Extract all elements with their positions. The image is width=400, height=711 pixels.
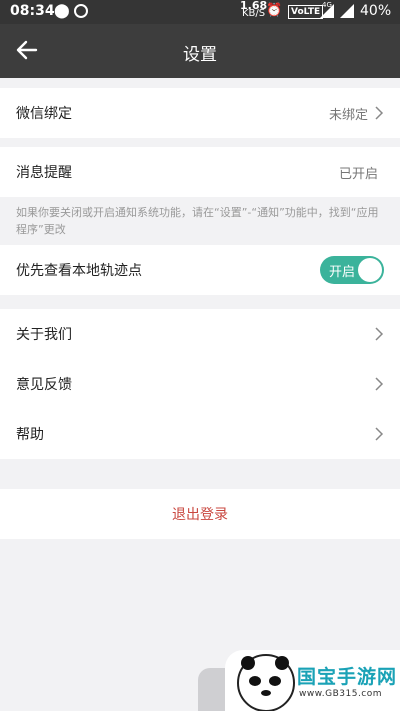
- wechat-binding-value: 未绑定: [328, 107, 368, 123]
- notification-label: 消息提醒: [16, 165, 72, 181]
- notification-row[interactable]: 消息提醒 已开启: [0, 147, 400, 197]
- about-label: 关于我们: [16, 327, 72, 343]
- wechat-binding-label: 微信绑定: [16, 106, 72, 122]
- watermark-url: www.GB315.com: [299, 689, 383, 699]
- panda-nose: [261, 690, 271, 696]
- network-type: 4G: [322, 1, 332, 9]
- panda-eye-left: [249, 676, 261, 686]
- feedback-label: 意见反馈: [16, 377, 72, 393]
- sync-icon: [74, 4, 88, 18]
- watermark-brand: 国宝手游网: [297, 666, 398, 688]
- net-speed: 1.68 KB/S: [240, 0, 267, 19]
- alarm-icon: ⏰: [266, 3, 283, 18]
- app-bar: 设置: [0, 24, 400, 78]
- local-points-toggle[interactable]: 开启: [320, 256, 384, 284]
- panda-ear-left: [241, 656, 255, 670]
- volte-badge: VoLTE: [288, 5, 324, 19]
- chevron-right-icon: [375, 106, 384, 120]
- watermark-logo: 国宝手游网 www.GB315.com: [225, 650, 400, 711]
- toggle-knob: [358, 258, 382, 282]
- net-speed-unit: KB/S: [242, 8, 266, 19]
- notification-hint: 如果你要关闭或开启通知系统功能，请在“设置”-“通知”功能中，找到“应用程序”更…: [16, 206, 379, 236]
- background-fragment: [198, 668, 228, 711]
- panda-icon: [237, 654, 295, 711]
- panda-ear-right: [275, 656, 289, 670]
- chevron-right-icon: [375, 377, 384, 391]
- toggle-text: 开启: [329, 265, 356, 280]
- panda-eye-right: [269, 676, 281, 686]
- page-title: 设置: [183, 45, 217, 65]
- status-time: 08:34: [10, 3, 55, 19]
- local-points-label: 优先查看本地轨迹点: [16, 263, 142, 279]
- chevron-right-icon: [375, 327, 384, 341]
- location-icon: ⬤: [54, 3, 70, 19]
- battery-level: 40%: [360, 3, 392, 19]
- about-row[interactable]: 关于我们: [0, 309, 400, 359]
- notification-value: 已开启: [338, 166, 378, 182]
- help-label: 帮助: [16, 427, 44, 443]
- signal-icon-2: [340, 4, 354, 18]
- status-bar: 08:34 ⬤ 1.68 KB/S ⏰ VoLTE 4G 40%: [0, 0, 400, 24]
- chevron-right-icon: [375, 427, 384, 441]
- logout-button[interactable]: 退出登录: [0, 489, 400, 539]
- help-row[interactable]: 帮助: [0, 409, 400, 459]
- feedback-row[interactable]: 意见反馈: [0, 359, 400, 409]
- wechat-binding-row[interactable]: 微信绑定 未绑定: [0, 88, 400, 138]
- logout-label: 退出登录: [172, 507, 228, 523]
- local-points-row: 优先查看本地轨迹点 开启: [0, 245, 400, 295]
